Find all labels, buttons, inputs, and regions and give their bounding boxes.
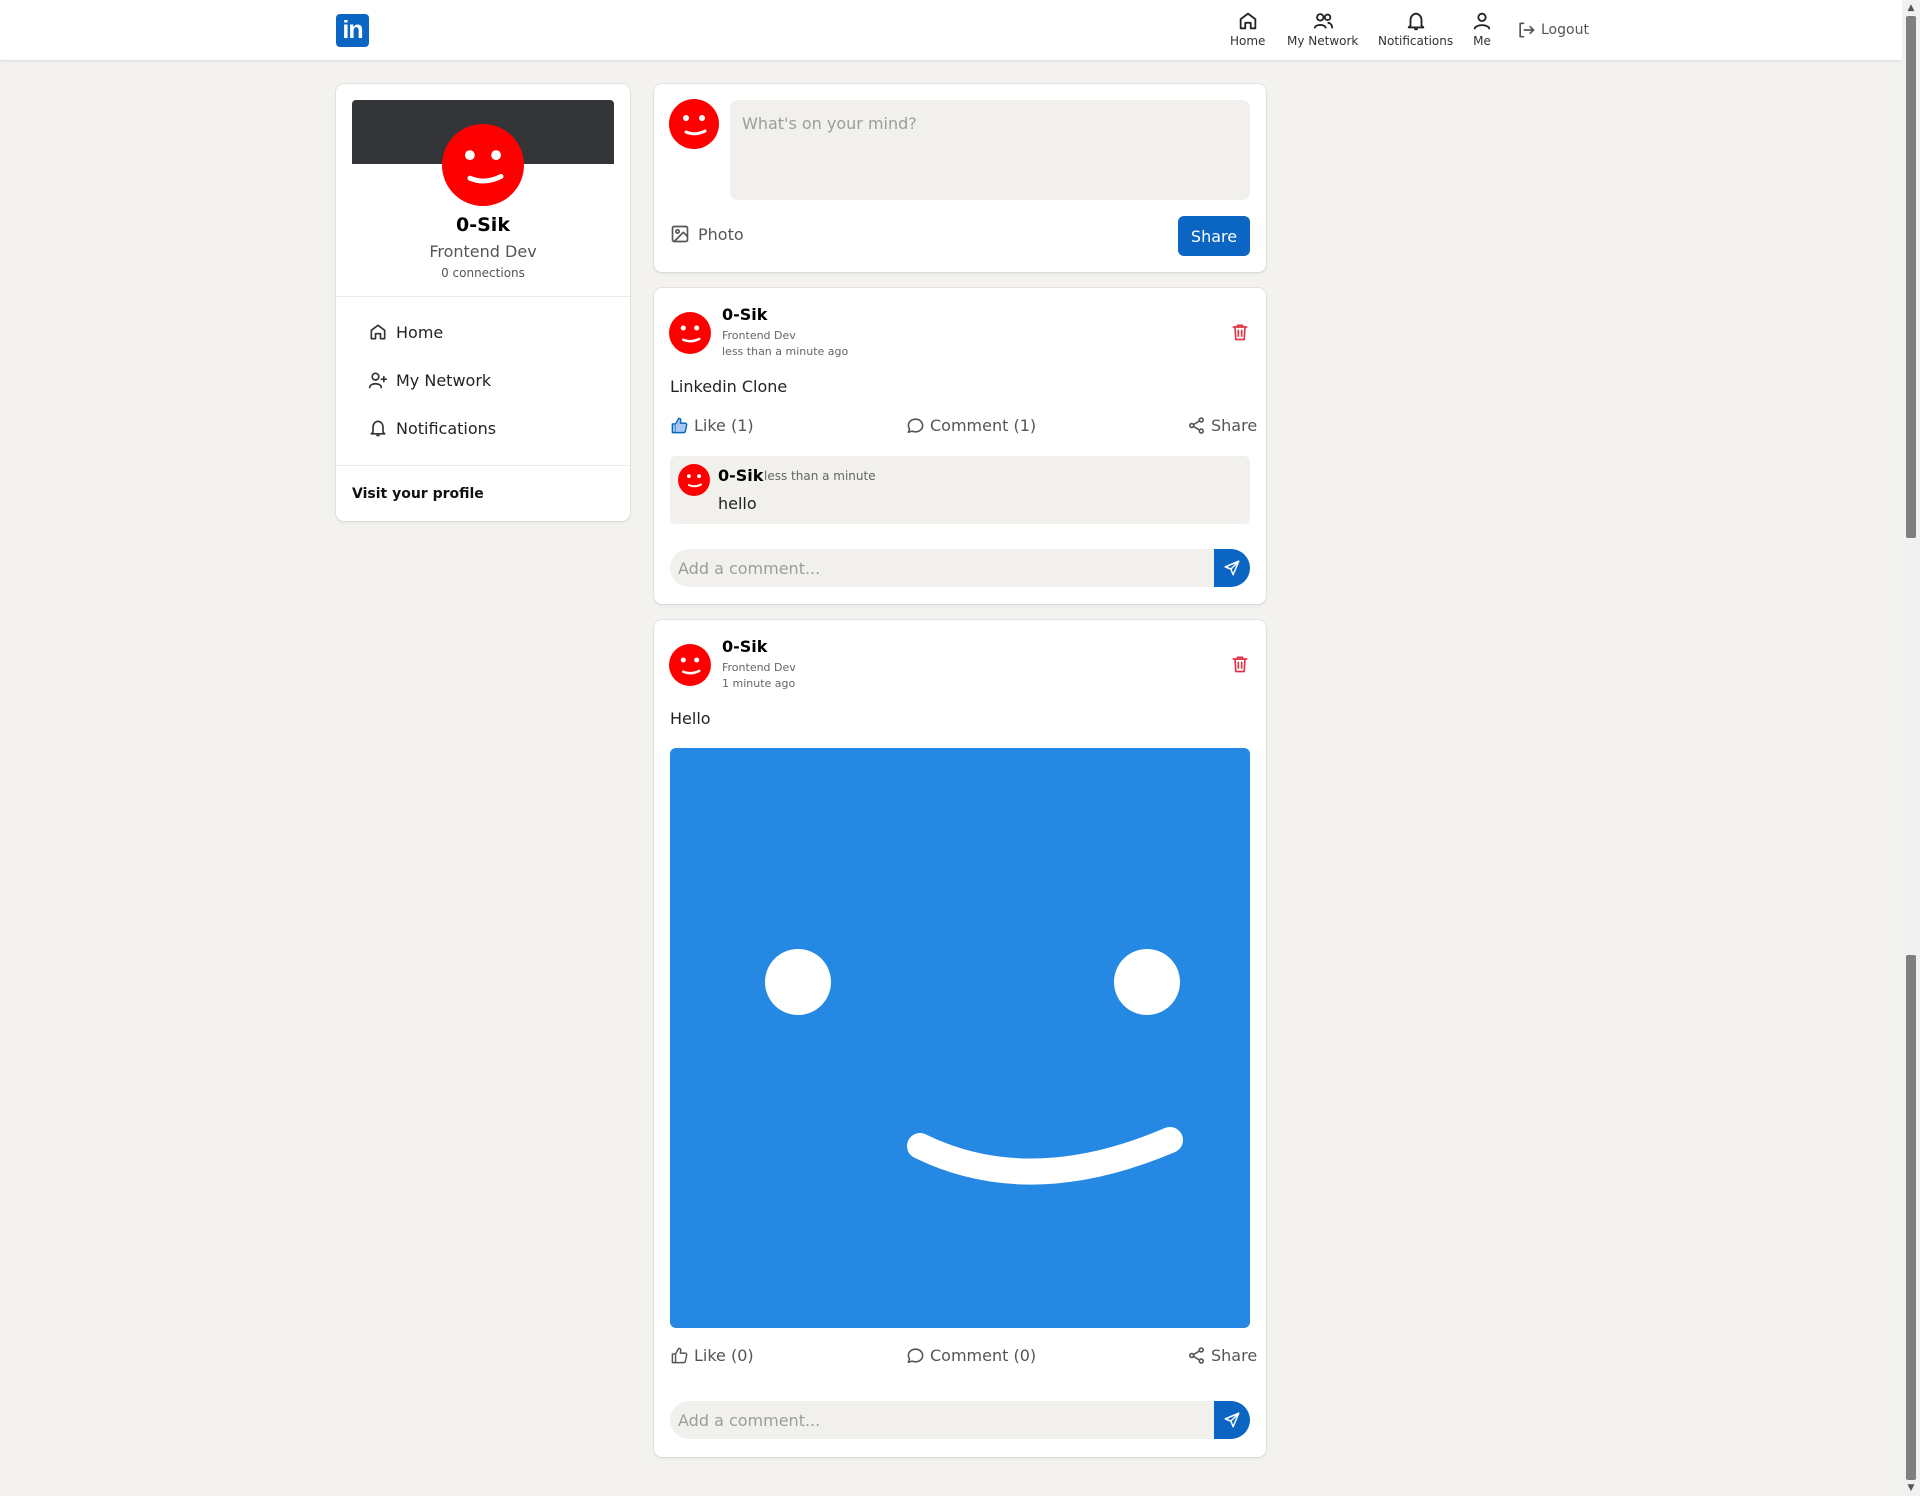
nav-notifications[interactable]: Notifications [1378,10,1453,48]
comment-text: hello [718,494,757,513]
network-icon [1313,13,1333,29]
post-author-name[interactable]: 0-Sik [722,305,767,324]
profile-title: Frontend Dev [429,242,537,261]
scroll-thumb[interactable] [1906,955,1916,1480]
logout-icon [1519,22,1535,38]
nav-notifications-label: Notifications [1378,34,1454,48]
comment-icon [907,1348,924,1364]
send-comment-button[interactable] [1214,549,1250,587]
share-label: Share [1211,1346,1258,1365]
image-icon [671,225,689,243]
delete-post-icon[interactable] [1230,654,1250,674]
like-label: Like (0) [694,1346,754,1365]
composer-input[interactable] [730,100,1250,200]
share-post-button[interactable]: Share [1178,216,1250,256]
profile-name: 0-Sik [456,214,510,236]
post-author-headline: Frontend Dev [722,329,796,342]
photo-label: Photo [698,224,744,244]
profile-card: 0-Sik Frontend Dev 0 connections Home My… [336,84,630,521]
send-comment-button[interactable] [1214,1401,1250,1439]
post-author-avatar[interactable] [669,312,711,354]
sidebar-item-label: Notifications [396,418,497,438]
post-content: Linkedin Clone [670,377,788,396]
divider [336,296,630,297]
smiley-image [765,949,1183,1185]
send-icon [1224,560,1240,576]
comment-icon [907,418,924,434]
thumbs-up-icon [671,1347,688,1364]
scroll-up-arrow[interactable]: ▲ [1902,0,1920,16]
send-icon [1224,1412,1240,1428]
comment-timestamp: less than a minute [764,469,876,483]
post-card: 0-Sik Frontend Dev less than a minute ag… [654,288,1266,604]
comment-button[interactable]: Comment (1) [906,416,1036,435]
post-card: 0-Sik Frontend Dev 1 minute ago Hello Li… [654,620,1266,1457]
sidebar-item-my-network[interactable]: My Network [368,370,491,390]
nav-me-label: Me [1473,34,1491,48]
share-button[interactable]: Share [1187,1346,1257,1365]
share-icon [1188,417,1205,434]
post-author-headline: Frontend Dev [722,661,796,674]
sidebar-item-notifications[interactable]: Notifications [368,418,496,438]
thumbs-up-icon [671,417,688,434]
composer-avatar[interactable] [669,99,719,149]
user-icon [1473,12,1491,30]
logout-label: Logout [1541,22,1589,38]
scroll-thumb[interactable] [1906,16,1916,538]
profile-avatar[interactable] [442,124,524,206]
visit-profile-link[interactable]: Visit your profile [352,486,484,502]
comment-item: 0-Sik less than a minute hello [670,456,1250,524]
nav-home-label: Home [1230,34,1266,48]
divider [336,465,630,466]
share-button[interactable]: Share [1187,416,1257,435]
comment-label: Comment (1) [930,416,1037,435]
comment-author-name[interactable]: 0-Sik [718,466,763,485]
linkedin-logo[interactable]: in [336,14,369,47]
sidebar-item-label: My Network [396,370,492,390]
page-scrollbar[interactable]: ▲ ▼ [1902,0,1920,1496]
sidebar-item-label: Home [396,322,444,342]
post-author-name[interactable]: 0-Sik [722,637,767,656]
add-comment-input[interactable] [670,549,1214,587]
logout-button[interactable]: Logout [1516,20,1589,40]
photo-button[interactable]: Photo [670,224,744,244]
post-timestamp: 1 minute ago [722,677,796,690]
share-label: Share [1211,416,1258,435]
profile-connections: 0 connections [441,266,525,280]
add-comment-input[interactable] [670,1401,1214,1439]
bell-icon [370,420,386,437]
post-image[interactable] [670,748,1250,1328]
nav-my-network-label: My Network [1287,34,1359,48]
comment-button[interactable]: Comment (0) [906,1346,1036,1365]
nav-me[interactable]: Me [1471,10,1493,48]
share-icon [1188,1347,1205,1364]
add-user-icon [368,372,388,389]
home-icon [370,324,386,340]
scroll-down-arrow[interactable]: ▼ [1902,1480,1920,1496]
nav-my-network[interactable]: My Network [1287,10,1358,48]
delete-post-icon[interactable] [1230,322,1250,342]
nav-home[interactable]: Home [1230,10,1265,48]
comment-author-avatar[interactable] [678,464,710,496]
post-content: Hello [670,709,711,728]
like-label: Like (1) [694,416,754,435]
post-timestamp: less than a minute ago [722,345,849,358]
post-composer: Photo Share [654,84,1266,272]
like-button[interactable]: Like (0) [670,1346,754,1365]
sidebar-item-home[interactable]: Home [368,322,443,342]
home-icon [1239,12,1256,30]
top-navbar: in Home My Network Notifications Me Logo… [0,0,1902,61]
comment-label: Comment (0) [930,1346,1037,1365]
post-author-avatar[interactable] [669,644,711,686]
bell-icon [1407,12,1424,31]
like-button[interactable]: Like (1) [670,416,754,435]
